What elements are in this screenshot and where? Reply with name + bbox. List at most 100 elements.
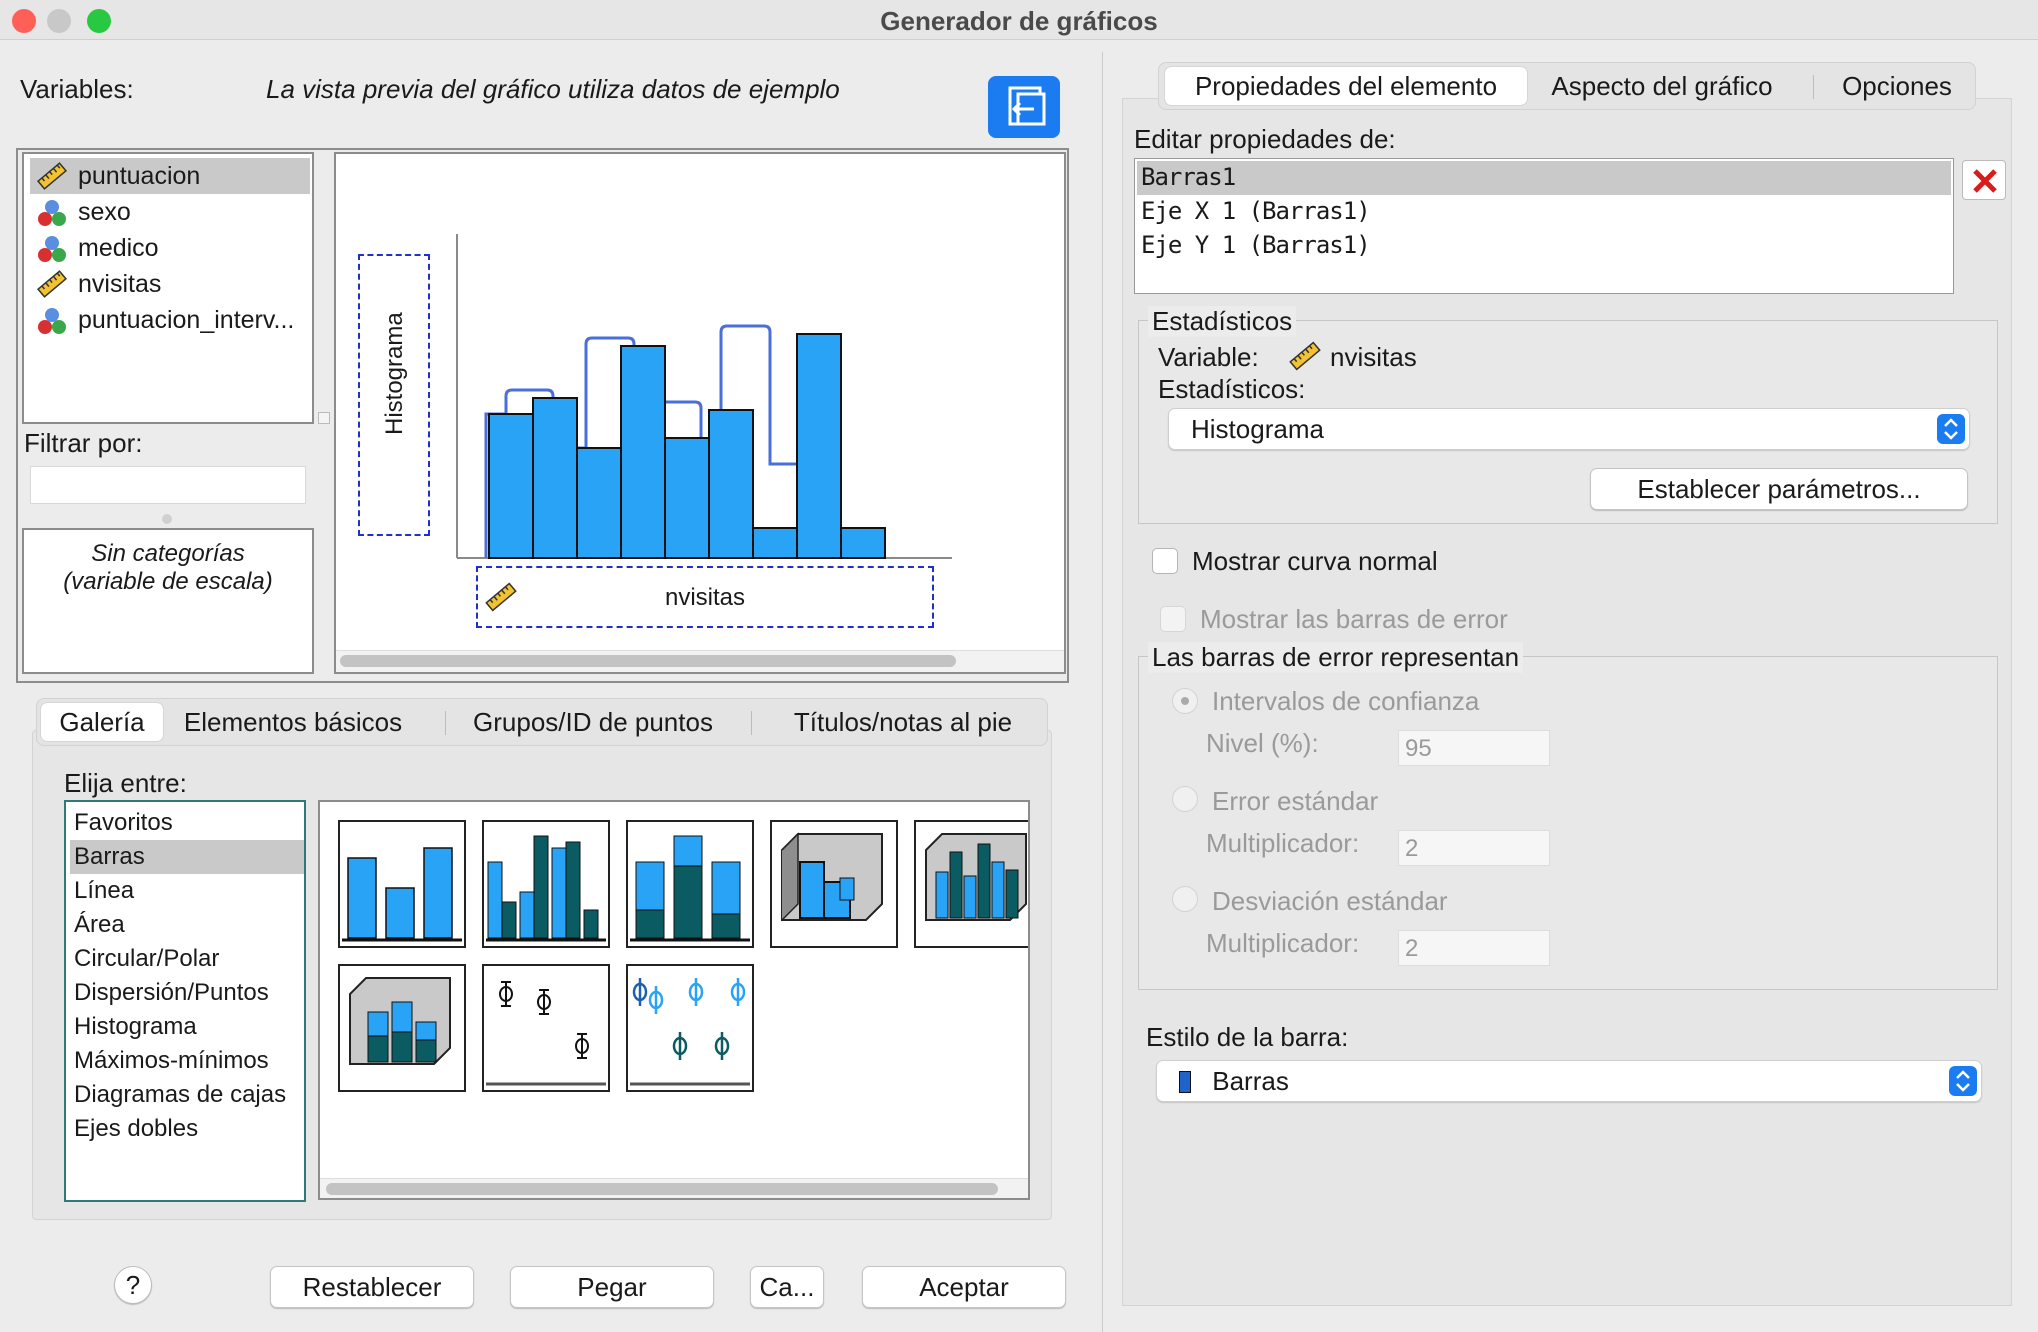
tab-grupos[interactable]: Grupos/ID de puntos bbox=[457, 703, 729, 741]
clustered-bar-thumbnail[interactable] bbox=[482, 820, 610, 948]
error-bars-group-title: Las barras de error representan bbox=[1148, 642, 1524, 673]
statistics-label: Estadísticos: bbox=[1158, 374, 1306, 404]
tab-galeria[interactable]: Galería bbox=[41, 703, 163, 741]
se-radio[interactable] bbox=[1172, 786, 1198, 812]
list-item[interactable]: Ejes dobles bbox=[70, 1112, 304, 1146]
ok-button[interactable]: Aceptar bbox=[862, 1266, 1066, 1308]
preview-note: La vista previa del gráfico utiliza dato… bbox=[266, 74, 840, 104]
se-multiplier-field[interactable]: 2 bbox=[1398, 830, 1550, 866]
stacked-bar-thumbnail[interactable] bbox=[626, 820, 754, 948]
se-multiplier-label: Multiplicador: bbox=[1206, 828, 1360, 858]
variable-item[interactable]: sexo bbox=[30, 194, 310, 230]
simple-bar-thumbnail[interactable] bbox=[338, 820, 466, 948]
3d-bar-thumbnail[interactable] bbox=[770, 820, 898, 948]
3d-stacked-bar-icon bbox=[349, 977, 451, 1065]
select-stepper-icon bbox=[1949, 1066, 1977, 1096]
list-item[interactable]: Circular/Polar bbox=[70, 942, 304, 976]
variable-name: puntuacion bbox=[78, 162, 201, 190]
statistics-group-title: Estadísticos bbox=[1148, 306, 1297, 337]
statistics-select-value: Histograma bbox=[1191, 414, 1324, 444]
gallery-toggle-button[interactable] bbox=[988, 76, 1060, 138]
choose-label: Elija entre: bbox=[64, 768, 187, 798]
normal-curve-checkbox[interactable] bbox=[1152, 548, 1178, 574]
variable-list[interactable]: puntuacion sexo medico nvisitas puntuaci… bbox=[22, 152, 314, 424]
3d-clustered-bar-thumbnail[interactable] bbox=[914, 820, 1028, 948]
variable-name: nvisitas bbox=[78, 270, 162, 298]
error-bars-label: Mostrar las barras de error bbox=[1200, 604, 1508, 634]
nominal-balls-icon bbox=[38, 308, 66, 334]
gallery-tabs: Galería Elementos básicos Grupos/ID de p… bbox=[36, 698, 1048, 746]
variable-name: puntuacion_interv... bbox=[78, 306, 295, 334]
filter-field[interactable] bbox=[30, 466, 306, 504]
nominal-balls-icon bbox=[38, 236, 66, 262]
variable-value: nvisitas bbox=[1330, 342, 1417, 372]
tab-titulos[interactable]: Títulos/notas al pie bbox=[761, 703, 1045, 741]
help-button[interactable]: ? bbox=[114, 1266, 152, 1304]
ci-radio[interactable] bbox=[1172, 688, 1198, 714]
error-bars-checkbox[interactable] bbox=[1160, 606, 1186, 632]
error-bar-thumbnail[interactable] bbox=[482, 964, 610, 1092]
tab-propiedades[interactable]: Propiedades del elemento bbox=[1165, 67, 1527, 105]
variable-item[interactable]: puntuacion_interv... bbox=[30, 302, 310, 338]
variable-item[interactable]: medico bbox=[30, 230, 310, 266]
splitter-handle[interactable] bbox=[162, 514, 172, 524]
variable-name: sexo bbox=[78, 198, 131, 226]
clustered-error-bar-icon bbox=[630, 978, 750, 1086]
level-label: Nivel (%): bbox=[1206, 728, 1319, 758]
no-categories-line2: (variable de escala) bbox=[63, 568, 273, 595]
delete-x-icon bbox=[1973, 169, 1997, 193]
list-item[interactable]: Línea bbox=[70, 874, 304, 908]
variable-name: medico bbox=[78, 234, 159, 262]
sd-multiplier-field[interactable]: 2 bbox=[1398, 930, 1550, 966]
list-item[interactable]: Histograma bbox=[70, 1010, 304, 1044]
properties-tabs: Propiedades del elemento Aspecto del grá… bbox=[1158, 62, 1976, 110]
ruler-scale-icon bbox=[37, 270, 67, 298]
tab-separator bbox=[1813, 75, 1814, 99]
tab-elementos-basicos[interactable]: Elementos básicos bbox=[177, 703, 409, 741]
tab-separator bbox=[751, 711, 752, 735]
list-item[interactable]: Favoritos bbox=[70, 806, 304, 840]
ci-label: Intervalos de confianza bbox=[1212, 686, 1480, 716]
gallery-scroll-thumb[interactable] bbox=[326, 1183, 998, 1195]
chart-preview-canvas[interactable]: Histograma nvisitas bbox=[334, 152, 1066, 674]
list-item[interactable]: Diagramas de cajas bbox=[70, 1078, 304, 1112]
statistics-select[interactable]: Histograma bbox=[1168, 408, 1970, 450]
preview-scroll-thumb[interactable] bbox=[340, 655, 956, 667]
x-axis-drop-label: nvisitas bbox=[664, 584, 746, 611]
bar-style-select[interactable]: Barras bbox=[1156, 1060, 1982, 1102]
sd-radio[interactable] bbox=[1172, 886, 1198, 912]
cancel-button[interactable]: Ca... bbox=[750, 1266, 824, 1308]
list-item[interactable]: Máximos-mínimos bbox=[70, 1044, 304, 1078]
chart-type-list[interactable]: Favoritos Barras Línea Área Circular/Pol… bbox=[64, 800, 306, 1202]
variable-item[interactable]: nvisitas bbox=[30, 266, 310, 302]
window-title: Generador de gráficos bbox=[880, 6, 1158, 36]
paste-button[interactable]: Pegar bbox=[510, 1266, 714, 1308]
tab-opciones[interactable]: Opciones bbox=[1823, 67, 1971, 105]
set-parameters-button[interactable]: Establecer parámetros... bbox=[1590, 468, 1968, 510]
ruler-scale-icon bbox=[37, 162, 67, 190]
list-item[interactable]: Dispersión/Puntos bbox=[70, 976, 304, 1010]
list-item[interactable]: Barras bbox=[70, 840, 304, 874]
tab-separator bbox=[445, 711, 446, 735]
variable-label: Variable: bbox=[1158, 342, 1259, 372]
reset-button[interactable]: Restablecer bbox=[270, 1266, 474, 1308]
edit-properties-label: Editar propiedades de: bbox=[1134, 124, 1396, 154]
list-item[interactable]: Eje Y 1 (Barras1) bbox=[1141, 231, 1371, 259]
element-list[interactable]: Barras1 Eje X 1 (Barras1) Eje Y 1 (Barra… bbox=[1134, 158, 1954, 294]
level-field[interactable]: 95 bbox=[1398, 730, 1550, 766]
no-categories-line1: Sin categorías bbox=[91, 540, 245, 567]
3d-bar-icon bbox=[781, 832, 883, 921]
3d-clustered-bar-icon bbox=[925, 833, 1027, 921]
normal-curve-label: Mostrar curva normal bbox=[1192, 546, 1438, 576]
ruler-scale-icon bbox=[1289, 341, 1321, 371]
list-item[interactable]: Eje X 1 (Barras1) bbox=[1141, 197, 1371, 225]
list-item[interactable]: Área bbox=[70, 908, 304, 942]
element-selected-highlight bbox=[1137, 161, 1951, 195]
variable-item[interactable]: puntuacion bbox=[30, 158, 310, 194]
delete-element-button[interactable] bbox=[1962, 160, 2006, 200]
resize-handle[interactable] bbox=[318, 412, 330, 424]
clustered-error-bar-thumbnail[interactable] bbox=[626, 964, 754, 1092]
tab-aspecto[interactable]: Aspecto del gráfico bbox=[1537, 67, 1787, 105]
list-item[interactable]: Barras1 bbox=[1141, 163, 1236, 191]
3d-stacked-bar-thumbnail[interactable] bbox=[338, 964, 466, 1092]
